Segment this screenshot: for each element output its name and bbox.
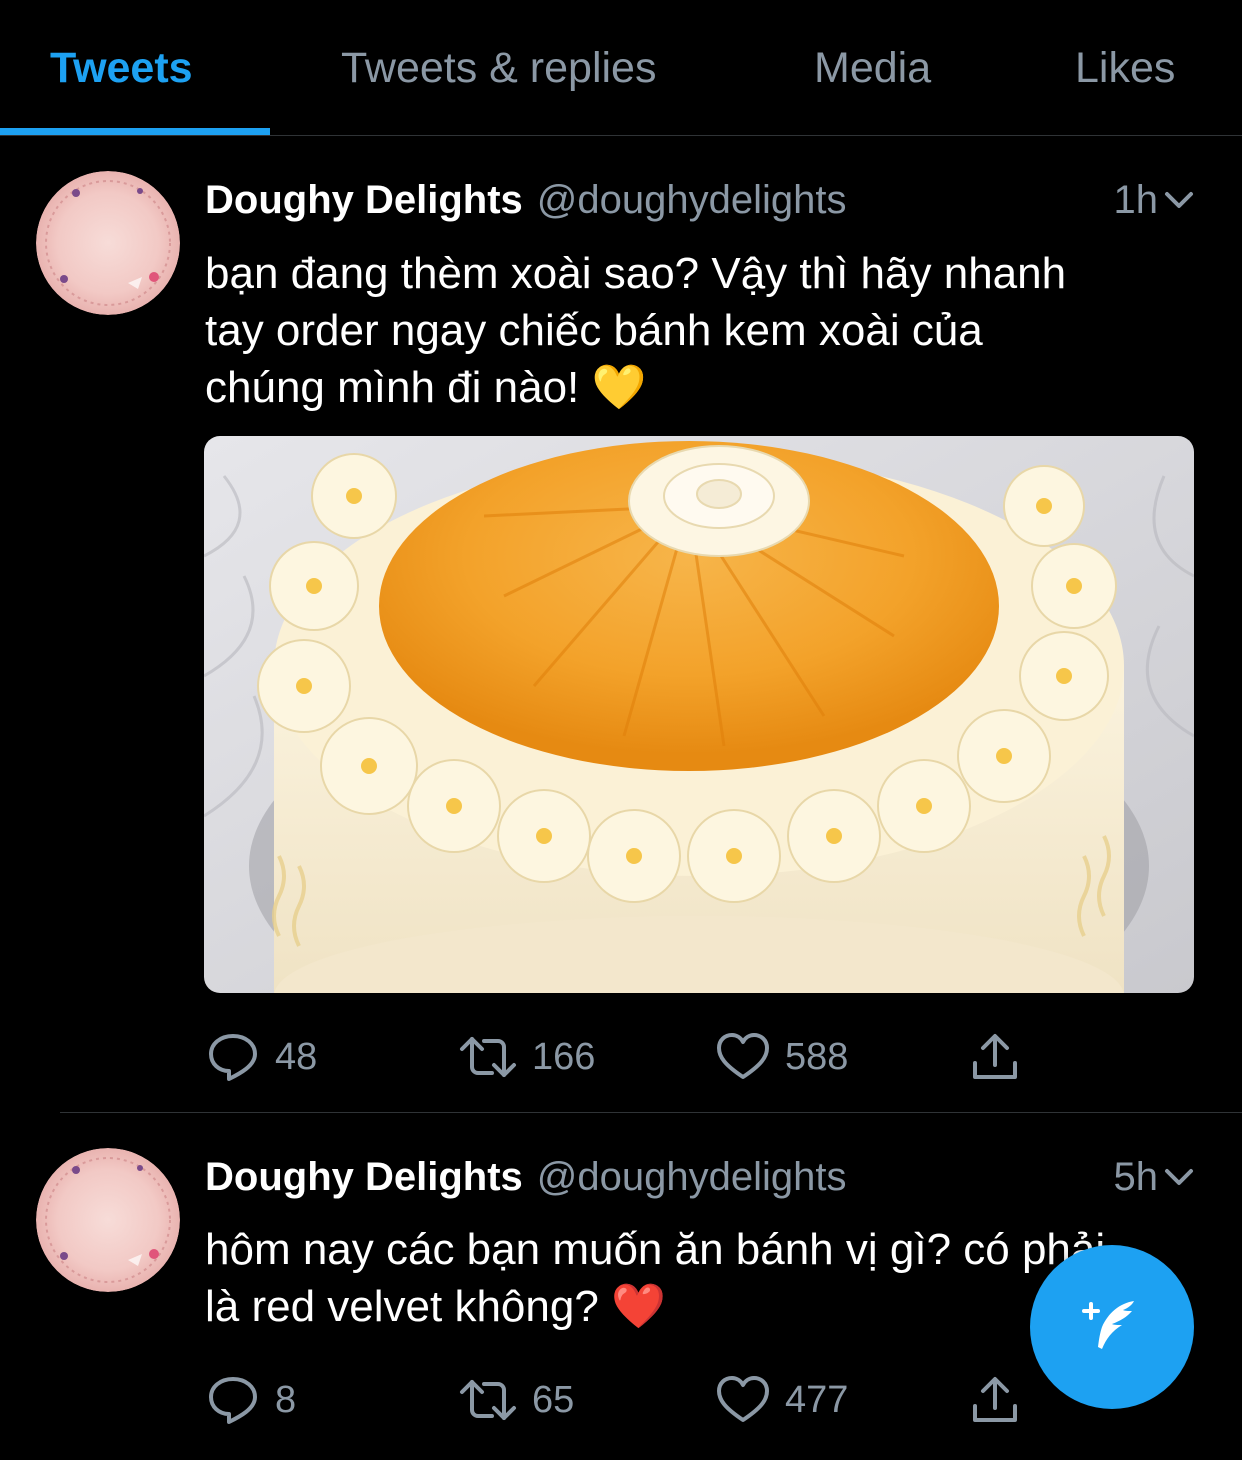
tweet-text-line: chúng mình đi nào! 💛 — [205, 363, 647, 412]
reply-button[interactable]: 48 — [205, 1027, 317, 1087]
avatar[interactable] — [36, 171, 180, 315]
retweet-icon — [460, 1380, 516, 1420]
retweet-count: 65 — [532, 1378, 575, 1421]
chevron-down-icon[interactable] — [1162, 1160, 1196, 1194]
tab-likes[interactable]: Likes — [1075, 44, 1175, 93]
reply-icon — [209, 1377, 257, 1424]
tweet-actions: 8 65 477 — [205, 1370, 1105, 1430]
reply-button[interactable]: 8 — [205, 1370, 296, 1430]
compose-tweet-button[interactable] — [1030, 1245, 1194, 1409]
tweet-text-line: tay order ngay chiếc bánh kem xoài của — [205, 306, 983, 355]
profile-tabs: Tweets Tweets & replies Media Likes — [0, 0, 1242, 136]
heart-icon — [717, 1033, 769, 1079]
tweet-media-photo[interactable] — [204, 436, 1194, 993]
share-button[interactable] — [969, 1027, 1035, 1087]
chevron-down-icon[interactable] — [1162, 183, 1196, 217]
tweet-actions: 48 166 588 — [205, 1027, 1105, 1087]
compose-tweet-icon — [1082, 1301, 1134, 1349]
reply-count: 48 — [275, 1035, 318, 1078]
tweet-text: bạn đang thèm xoài sao? Vậy thì hãy nhan… — [205, 245, 1195, 416]
author-name[interactable]: Doughy Delights — [205, 178, 523, 222]
tweet-text-line: hôm nay các bạn muốn ăn bánh vị gì? có p… — [205, 1225, 1106, 1274]
share-icon — [973, 1034, 1017, 1079]
author-handle[interactable]: @doughydelights — [537, 1155, 847, 1199]
author-name[interactable]: Doughy Delights — [205, 1155, 523, 1199]
tweet-time: 1h — [1113, 178, 1159, 222]
tweet-header: Doughy Delights @doughydelights — [205, 1155, 847, 1200]
retweet-icon — [460, 1037, 516, 1077]
tab-tweets-replies[interactable]: Tweets & replies — [341, 44, 656, 93]
tweet-divider — [60, 1112, 1242, 1113]
mango-cake-photo — [204, 436, 1194, 993]
retweet-count: 166 — [532, 1035, 596, 1078]
heart-icon — [717, 1376, 769, 1422]
tab-media[interactable]: Media — [814, 44, 931, 93]
like-count: 588 — [785, 1035, 849, 1078]
avatar[interactable] — [36, 1148, 180, 1292]
like-button[interactable]: 588 — [715, 1027, 848, 1087]
like-count: 477 — [785, 1378, 849, 1421]
author-handle[interactable]: @doughydelights — [537, 178, 847, 222]
retweet-button[interactable]: 65 — [458, 1370, 574, 1430]
share-icon — [973, 1377, 1017, 1422]
active-tab-indicator — [0, 128, 270, 135]
tab-tweets[interactable]: Tweets — [50, 44, 193, 93]
share-button[interactable] — [969, 1370, 1035, 1430]
like-button[interactable]: 477 — [715, 1370, 848, 1430]
tweet-time: 5h — [1113, 1155, 1159, 1199]
retweet-button[interactable]: 166 — [458, 1027, 595, 1087]
reply-icon — [209, 1034, 257, 1081]
tweet-text-line: bạn đang thèm xoài sao? Vậy thì hãy nhan… — [205, 249, 1067, 298]
reply-count: 8 — [275, 1378, 297, 1421]
tweet-header: Doughy Delights @doughydelights — [205, 178, 847, 223]
